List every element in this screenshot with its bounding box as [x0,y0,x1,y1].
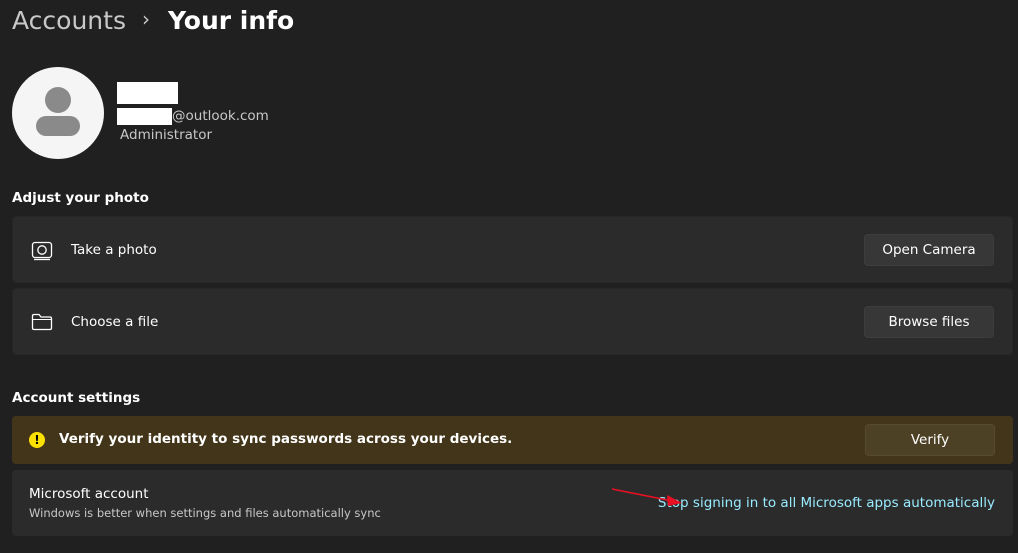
breadcrumb-accounts[interactable]: Accounts [12,6,126,35]
chevron-right-icon: › [141,7,150,31]
verify-identity-text: Verify your identity to sync passwords a… [59,431,513,447]
open-camera-button[interactable]: Open Camera [864,234,994,266]
section-title-adjust-photo: Adjust your photo [12,190,149,206]
redacted-email-user [117,107,172,125]
warning-icon: ! [29,432,45,448]
microsoft-account-subtitle: Windows is better when settings and file… [29,506,381,520]
microsoft-account-card: Microsoft account Windows is better when… [12,470,1013,536]
take-photo-label: Take a photo [71,242,157,258]
account-email: @outlook.com [117,107,269,125]
page-title: Your info [167,5,295,35]
choose-file-label: Choose a file [71,314,159,330]
email-domain: @outlook.com [172,108,269,124]
section-title-account-settings: Account settings [12,390,141,406]
browse-files-button[interactable]: Browse files [864,306,994,338]
redacted-name [117,82,178,104]
folder-icon [31,313,53,331]
take-photo-card: Take a photo Open Camera [12,216,1013,283]
verify-identity-banner: ! Verify your identity to sync passwords… [12,416,1013,464]
verify-button[interactable]: Verify [865,424,995,456]
annotation-arrow-icon [611,488,682,506]
microsoft-account-title: Microsoft account [29,486,149,502]
choose-file-card: Choose a file Browse files [12,288,1013,355]
breadcrumb: Accounts › Your info [12,2,294,38]
account-role: Administrator [120,127,213,143]
stop-signing-in-link[interactable]: Stop signing in to all Microsoft apps au… [658,495,995,511]
camera-icon [31,241,53,261]
avatar [12,67,104,159]
your-info-page: Accounts › Your info @outlook.com Admini… [0,0,1018,553]
person-icon [36,87,80,136]
